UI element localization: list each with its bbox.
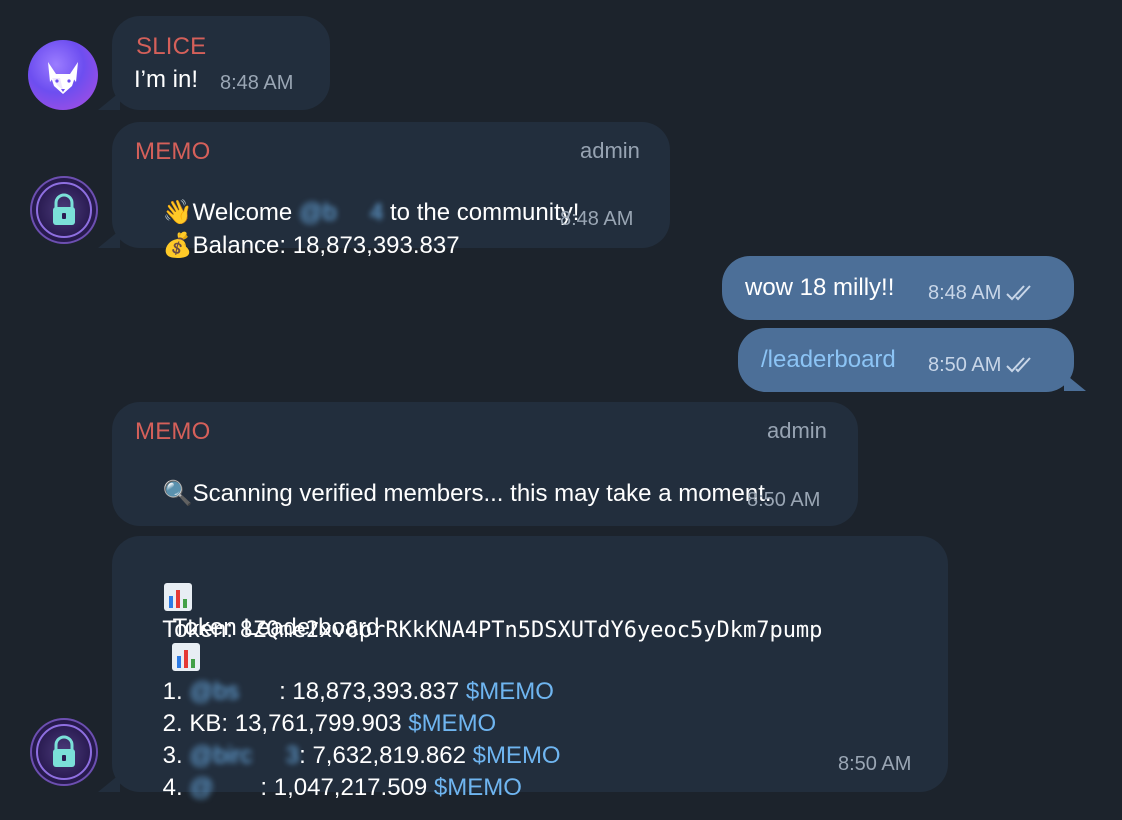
token-label: Token:	[162, 616, 233, 643]
sender-name[interactable]: MEMO	[135, 418, 210, 446]
avatar-memo[interactable]	[30, 718, 98, 786]
admin-badge: admin	[580, 138, 640, 163]
money-bag-icon: 💰	[162, 232, 193, 259]
lock-icon	[36, 724, 92, 780]
message-text: wow 18 milly!!	[745, 274, 895, 301]
message-time-text: 8:48 AM	[928, 282, 1002, 304]
message-text-line2: 💰Balance: 18,873,393.837	[136, 203, 460, 288]
leaderboard-row: 4. @ : 1,047,217.509 $MEMO	[136, 746, 522, 820]
message-time: 8:48 AM	[220, 72, 294, 94]
double-check-icon	[1006, 357, 1032, 373]
avatar-slice[interactable]	[28, 40, 98, 110]
message-text: 🔍Scanning verified members... this may t…	[136, 451, 772, 536]
fox-icon	[48, 62, 78, 94]
bubble-tail	[98, 774, 120, 792]
token-address[interactable]: 8ZQme2xv6prRKkKNA4PTn5DSXUTdY6yeoc5yDkm7…	[240, 618, 823, 643]
command-link[interactable]: /leaderboard	[761, 346, 896, 374]
sender-name[interactable]: SLICE	[136, 33, 206, 61]
avatar-memo[interactable]	[30, 176, 98, 244]
balance-text: Balance: 18,873,393.837	[192, 232, 460, 259]
lock-icon	[36, 182, 92, 238]
ticker-link[interactable]: $MEMO	[434, 774, 522, 801]
message-text: I’m in!	[134, 66, 199, 93]
message-time: 8:50 AM	[928, 354, 1035, 377]
scanning-text: Scanning verified members... this may ta…	[192, 480, 772, 507]
amount: 1,047,217.509	[273, 774, 428, 801]
message-time: 8:48 AM	[560, 208, 634, 230]
message-time: 8:48 AM	[928, 282, 1035, 305]
chat-view: SLICE I’m in! 8:48 AM MEMO admin 👋Welcom…	[0, 0, 1122, 820]
message-time: 8:50 AM	[747, 489, 821, 511]
rank: 4.	[162, 774, 183, 801]
separator: :	[260, 774, 268, 801]
bubble-tail	[1064, 373, 1086, 391]
message-time: 8:50 AM	[838, 753, 912, 775]
user-mention[interactable]: @	[189, 774, 260, 802]
admin-badge: admin	[767, 418, 827, 443]
message-time-text: 8:50 AM	[928, 354, 1002, 376]
bubble-tail	[98, 92, 120, 110]
magnifier-icon: 🔍	[162, 480, 193, 507]
double-check-icon	[1006, 285, 1032, 301]
message-bubble-slice[interactable]	[112, 16, 330, 110]
sender-name[interactable]: MEMO	[135, 138, 210, 166]
bubble-tail	[98, 230, 120, 248]
